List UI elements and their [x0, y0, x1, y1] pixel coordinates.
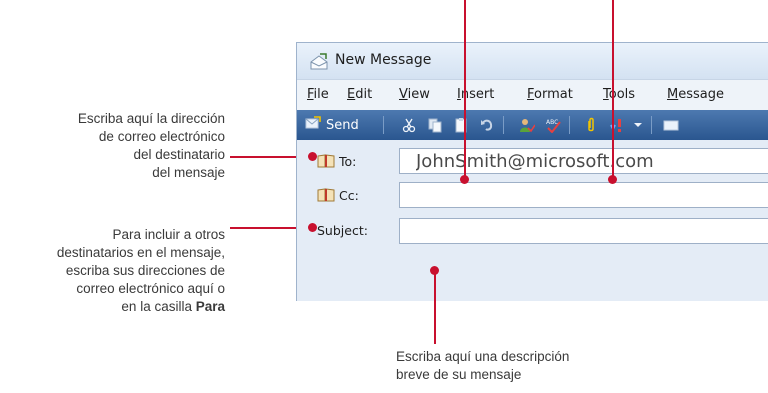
menu-insert[interactable]: Insert	[457, 87, 494, 102]
address-book-icon	[317, 188, 335, 202]
cut-icon[interactable]	[401, 117, 417, 133]
message-options-icon[interactable]	[663, 117, 679, 133]
menu-message-mnemonic: M	[667, 87, 679, 102]
to-field-marker	[460, 175, 469, 184]
check-names-icon[interactable]	[519, 117, 535, 133]
menu-file[interactable]: File	[307, 87, 329, 102]
undo-icon[interactable]	[479, 117, 495, 133]
to-callout-line: del destinatario	[133, 147, 225, 162]
copy-icon[interactable]	[427, 117, 443, 133]
subject-field[interactable]	[399, 218, 768, 244]
menu-edit-label: dit	[355, 87, 373, 102]
subject-callout-line: Escriba aquí una descripción	[396, 349, 570, 364]
toolbar-separator	[383, 116, 384, 134]
to-callout-line: Escriba aquí la dirección	[77, 111, 225, 126]
menu-edit-mnemonic: E	[347, 87, 356, 102]
chevron-down-icon[interactable]	[633, 117, 643, 133]
to-field-connector	[464, 0, 466, 182]
cc-callout-text: en la casilla	[121, 299, 196, 314]
menu-message[interactable]: Message	[667, 87, 724, 102]
to-label: To:	[339, 153, 357, 169]
address-book-icon	[317, 154, 335, 168]
cc-callout-line: escriba sus direcciones de	[65, 263, 225, 278]
window-title: New Message	[335, 52, 432, 68]
email-marker	[608, 175, 617, 184]
attach-icon[interactable]	[583, 117, 599, 133]
to-callout-line: de correo electrónico	[98, 129, 225, 144]
menu-view-label: iew	[407, 87, 430, 102]
menu-format-mnemonic: F	[527, 87, 535, 102]
toolbar-separator	[569, 116, 570, 134]
menu-bar: File Edit View Insert Format Tools Messa…	[297, 79, 768, 111]
paste-icon[interactable]	[453, 117, 469, 133]
to-callout-line: del mensaje	[152, 165, 225, 180]
title-bar: New Message	[297, 43, 768, 79]
email-connector	[612, 0, 614, 182]
cc-callout: Para incluir a otros destinatarios en el…	[0, 226, 225, 316]
cc-callout-line: Para incluir a otros	[112, 227, 225, 242]
to-button-marker	[308, 152, 317, 161]
menu-view-mnemonic: V	[399, 87, 408, 102]
menu-file-label: ile	[313, 87, 329, 102]
subject-marker	[430, 266, 439, 275]
cc-button[interactable]: Cc:	[317, 185, 359, 205]
send-label: Send	[326, 117, 359, 133]
new-message-window: New Message File Edit View Insert Format…	[296, 42, 768, 301]
subject-callout-line: breve de su mensaje	[396, 367, 522, 382]
send-button[interactable]: Send	[305, 115, 359, 135]
spelling-icon[interactable]: ABC	[545, 117, 561, 133]
menu-edit[interactable]: Edit	[347, 87, 372, 102]
subject-connector	[434, 270, 436, 344]
menu-tools[interactable]: Tools	[603, 87, 635, 102]
menu-view[interactable]: View	[399, 87, 430, 102]
menu-message-label: essage	[678, 87, 724, 102]
cc-field[interactable]	[399, 182, 768, 208]
to-callout: Escriba aquí la dirección de correo elec…	[40, 110, 225, 182]
para-bold-text: Para	[195, 299, 225, 314]
header-fields: To: Cc: Subject:	[297, 140, 768, 301]
cc-callout-line: destinatarios en el mensaje,	[56, 245, 225, 260]
subject-callout: Escriba aquí una descripción breve de su…	[396, 348, 656, 384]
menu-format-label: ormat	[534, 87, 573, 102]
toolbar-separator	[651, 116, 652, 134]
cc-callout-line: correo electrónico aquí o	[76, 281, 225, 296]
menu-format[interactable]: Format	[527, 87, 573, 102]
to-button[interactable]: To:	[317, 151, 356, 171]
toolbar-separator	[503, 116, 504, 134]
new-message-icon	[309, 53, 329, 75]
cc-label: Cc:	[339, 187, 359, 203]
cc-callout-line: en la casilla Para	[0, 298, 225, 316]
subject-label: Subject:	[317, 223, 368, 238]
cc-button-marker	[308, 223, 317, 232]
send-icon	[305, 116, 321, 134]
to-field[interactable]	[399, 148, 768, 174]
toolbar: Send ABC	[297, 110, 768, 140]
